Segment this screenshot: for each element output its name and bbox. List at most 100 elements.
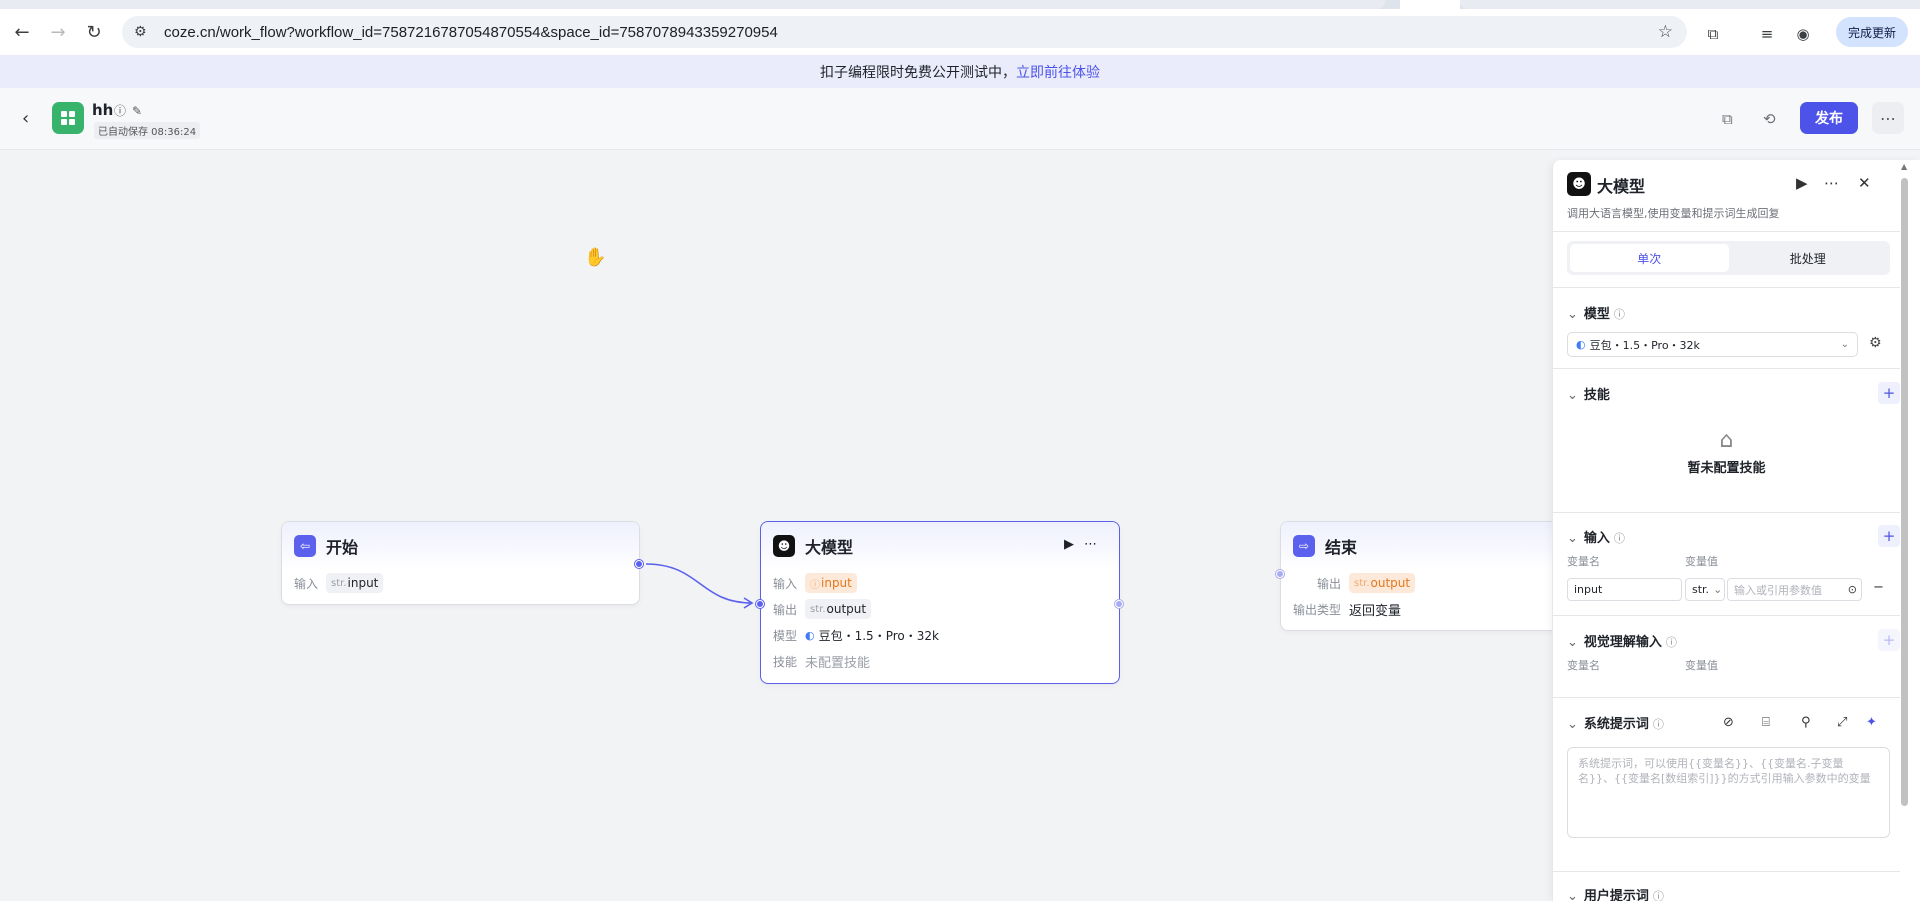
- add-skill-button[interactable]: +: [1878, 382, 1900, 404]
- reload-icon[interactable]: ↻: [80, 18, 108, 46]
- doubao-logo-icon: ◐: [1576, 338, 1586, 351]
- scroll-up-arrow-icon[interactable]: ▲: [1901, 162, 1907, 171]
- publish-button[interactable]: 发布: [1800, 102, 1858, 134]
- mode-tabs: 单次 批处理: [1567, 241, 1890, 275]
- var-name-label: 变量名: [1567, 555, 1600, 568]
- model-settings-gear-icon[interactable]: ⚙: [1869, 335, 1882, 351]
- add-input-button[interactable]: +: [1878, 525, 1900, 547]
- end-node-title: 结束: [1325, 538, 1358, 557]
- start-node-title: 开始: [326, 538, 359, 557]
- end-node[interactable]: ⇨ 结束 输出 str. output 输出类型 返回变量: [1276, 521, 1570, 631]
- end-output-tag: str. output: [1349, 573, 1416, 593]
- remove-input-icon[interactable]: −: [1873, 580, 1884, 595]
- chevron-down-icon: ⌄: [1713, 583, 1723, 596]
- tab-single[interactable]: 单次: [1570, 244, 1729, 272]
- template-library-icon[interactable]: ⌸: [1762, 715, 1770, 730]
- model-section-title[interactable]: ⌄ 模型 ⓘ: [1567, 303, 1625, 322]
- panel-scrollbar[interactable]: [1901, 178, 1908, 806]
- autosave-badge: 已自动保存 08:36:24: [94, 122, 201, 139]
- skill-section-title[interactable]: ⌄ 技能: [1567, 384, 1610, 403]
- node-config-panel: ☻ 大模型 ▶ ⋯ ✕ 调用大语言模型,使用变量和提示词生成回复 单次 批处理 …: [1552, 160, 1920, 901]
- chevron-down-icon: ⌄: [1567, 531, 1578, 546]
- workflow-header: ‹ hh ⓘ✎ 已自动保存 08:36:24 ⧉ ⟲ 发布 ⋯: [0, 88, 1920, 150]
- address-bar[interactable]: ⚙ coze.cn/work_flow?workflow_id=75872167…: [122, 16, 1687, 48]
- doubao-logo-icon: ◐: [805, 628, 815, 642]
- input-var-name-field[interactable]: input: [1567, 578, 1682, 601]
- add-vision-input-button[interactable]: +: [1878, 629, 1900, 651]
- info-edit-icons[interactable]: ⓘ✎: [114, 102, 148, 119]
- llm-node[interactable]: ☻ 大模型 ▶⋯ 输入 ⓘ input 输出 str. output 模型 ◐ 豆包…: [756, 521, 1123, 684]
- var-value-label: 变量值: [1685, 555, 1718, 568]
- workflow-canvas[interactable]: ✋ ⇦ 开始 输入 str.input ☻ 大模型 ▶⋯ 输入 ⓘinput: [0, 150, 1570, 901]
- llm-skill-label: 技能: [773, 654, 798, 669]
- llm-output-port[interactable]: [1115, 600, 1123, 608]
- end-output-label: 输出: [1317, 576, 1342, 591]
- bookmark-star-icon[interactable]: ☆: [1658, 22, 1673, 42]
- site-info-icon[interactable]: ⚙: [134, 24, 154, 40]
- vision-var-value-label: 变量值: [1685, 659, 1718, 672]
- end-input-port[interactable]: [1276, 570, 1284, 578]
- end-node-icon: ⇨: [1293, 535, 1315, 557]
- llm-input-label: 输入: [773, 576, 798, 591]
- panel-more-icon[interactable]: ⋯: [1824, 174, 1839, 192]
- llm-model-value: 豆包・1.5・Pro・32k: [818, 628, 939, 643]
- media-queue-icon[interactable]: ≡: [1757, 25, 1777, 45]
- reference-variable-icon: ⊙: [1847, 583, 1857, 596]
- profile-icon[interactable]: ◉: [1793, 25, 1813, 45]
- more-options-icon[interactable]: ⋯: [1872, 102, 1904, 134]
- system-prompt-title[interactable]: ⌄ 系统提示词 ⓘ: [1567, 713, 1664, 732]
- end-output-type-label: 输出类型: [1293, 602, 1342, 617]
- chevron-down-icon: ⌄: [1567, 388, 1578, 403]
- browser-tab[interactable]: [1460, 0, 1920, 9]
- llm-node-title: 大模型: [805, 538, 854, 557]
- banner-link[interactable]: 立即前往体验: [1016, 62, 1100, 82]
- copy-icon[interactable]: ⧉: [1722, 110, 1733, 128]
- back-arrow-icon[interactable]: ←: [8, 18, 36, 46]
- vision-section-title[interactable]: ⌄ 视觉理解输入 ⓘ: [1567, 631, 1677, 650]
- ai-generate-icon[interactable]: ✦: [1866, 715, 1877, 730]
- chevron-down-icon: ⌄: [1567, 717, 1578, 732]
- promo-banner: 扣子编程限时免费公开测试中， 立即前往体验: [0, 55, 1920, 88]
- llm-output-tag: str. output: [805, 599, 872, 619]
- browser-tab-active[interactable]: [1400, 0, 1460, 9]
- banner-text: 扣子编程限时免费公开测试中，: [820, 64, 1016, 81]
- model-select[interactable]: ◐ 豆包・1.5・Pro・32k ⌄: [1567, 332, 1858, 357]
- input-var-value-field[interactable]: 输入或引用参数值 ⊙: [1727, 578, 1862, 601]
- run-icon[interactable]: ▶: [1796, 174, 1808, 192]
- chevron-down-icon: ⌄: [1567, 635, 1578, 650]
- chevron-down-icon: ⌄: [1840, 339, 1849, 350]
- browser-tab[interactable]: [0, 0, 1385, 9]
- browser-update-button[interactable]: 完成更新: [1835, 17, 1908, 47]
- workflow-icon: [52, 102, 84, 134]
- start-node[interactable]: ⇦ 开始 输入 str. input: [281, 521, 643, 605]
- llm-node-actions[interactable]: ▶⋯: [1064, 537, 1107, 552]
- lightbulb-icon[interactable]: ⚲: [1801, 715, 1811, 730]
- start-output-port[interactable]: [635, 560, 643, 568]
- tab-batch[interactable]: 批处理: [1729, 244, 1888, 272]
- system-prompt-textarea[interactable]: 系统提示词，可以使用{{变量名}}、{{变量名.子变量名}}、{{变量名[数组索…: [1567, 747, 1890, 838]
- panel-description: 调用大语言模型,使用变量和提示词生成回复: [1567, 207, 1780, 220]
- llm-input-port[interactable]: [756, 600, 764, 608]
- info-icon: ⓘ: [1652, 890, 1664, 901]
- user-prompt-title[interactable]: ⌄ 用户提示词 ⓘ: [1567, 885, 1664, 901]
- llm-panel-icon: ☻: [1567, 172, 1591, 196]
- close-icon[interactable]: ✕: [1858, 174, 1871, 192]
- url-text[interactable]: coze.cn/work_flow?workflow_id=7587216787…: [164, 24, 778, 41]
- forward-arrow-icon[interactable]: →: [44, 18, 72, 46]
- input-section-title[interactable]: ⌄ 输入 ⓘ: [1567, 527, 1625, 546]
- compass-icon[interactable]: ⊘: [1723, 715, 1734, 730]
- browser-tabstrip: [0, 0, 1920, 9]
- info-icon: ⓘ: [1652, 718, 1664, 731]
- extensions-icon[interactable]: ⧉: [1703, 25, 1723, 45]
- history-icon[interactable]: ⟲: [1763, 110, 1776, 128]
- back-chevron-icon[interactable]: ‹: [22, 108, 29, 129]
- chevron-down-icon: ⌄: [1567, 307, 1578, 322]
- llm-input-tag: ⓘ input: [805, 573, 857, 593]
- chevron-down-icon: ⌄: [1567, 889, 1578, 901]
- info-icon: ⓘ: [1613, 308, 1625, 321]
- start-node-icon: ⇦: [294, 535, 316, 557]
- browser-toolbar: ← → ↻ ⚙ coze.cn/work_flow?workflow_id=75…: [0, 9, 1920, 55]
- start-input-label: 输入: [294, 576, 319, 591]
- expand-icon[interactable]: ⤢: [1837, 715, 1847, 730]
- input-var-type-select[interactable]: str. ⌄: [1685, 578, 1725, 601]
